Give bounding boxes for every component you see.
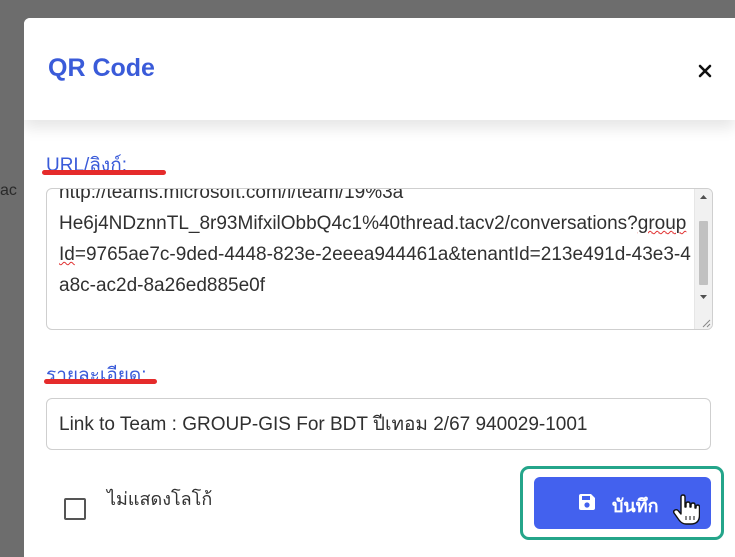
scroll-up-button[interactable] <box>695 189 712 205</box>
description-input[interactable] <box>46 398 711 450</box>
hide-logo-label: ไม่แสดงโลโก้ <box>107 489 213 509</box>
floppy-disk-icon <box>579 494 595 510</box>
resize-grip-icon[interactable] <box>701 318 711 328</box>
dialog-title: QR Code <box>48 54 155 82</box>
hide-logo-checkbox[interactable] <box>64 498 86 520</box>
scroll-down-button[interactable] <box>695 289 712 305</box>
close-icon <box>698 64 712 78</box>
url-text-end: =9765ae7c-9ded-4448-823e-2eeea944461a&te… <box>59 244 691 296</box>
qr-code-dialog: QR Code URL/ลิงก์: http://teams.microsof… <box>24 18 735 557</box>
save-button-label: บันทึก <box>612 496 659 516</box>
save-button[interactable]: บันทึก <box>534 477 711 529</box>
description-field-label: รายละเอียด: <box>46 365 147 386</box>
textarea-scrollbar[interactable] <box>694 189 712 329</box>
red-underline-annotation <box>44 379 157 384</box>
red-underline-annotation <box>42 170 166 175</box>
dialog-header: QR Code <box>24 18 735 120</box>
background-page-text: ac <box>0 182 17 199</box>
close-button[interactable] <box>694 60 716 82</box>
url-text-start: He6j4NDznnTL_8r93MifxilObbQ4c1%40thread.… <box>59 213 638 234</box>
url-text: http://teams.microsoft.com/l/team/19%3a H… <box>59 188 691 296</box>
scroll-thumb[interactable] <box>699 221 708 285</box>
url-field-label: URL/ลิงก์: <box>46 155 127 176</box>
scroll-up-arrow-icon <box>700 195 707 199</box>
url-textarea[interactable]: http://teams.microsoft.com/l/team/19%3a H… <box>46 188 713 330</box>
scroll-down-arrow-icon <box>700 295 707 299</box>
